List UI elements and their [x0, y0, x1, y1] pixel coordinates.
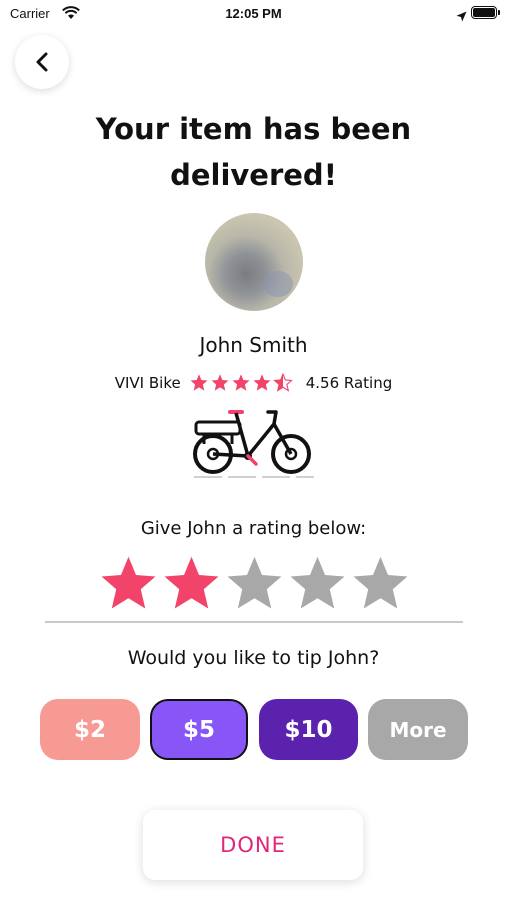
courier-rating-stars — [189, 373, 294, 392]
status-bar: Carrier 12:05 PM — [0, 0, 507, 28]
back-button[interactable] — [15, 35, 69, 89]
bicycle-icon — [190, 404, 318, 484]
rating-star-2[interactable] — [160, 553, 223, 613]
star-icon — [211, 374, 229, 391]
half-star-icon — [272, 373, 293, 392]
star-icon — [232, 374, 250, 391]
star-icon — [190, 374, 208, 391]
courier-name: John Smith — [199, 333, 308, 357]
page-title-text: Your item has been delivered! — [95, 112, 412, 192]
rating-star-4[interactable] — [286, 553, 349, 613]
star-icon — [253, 374, 271, 391]
tip-button-2[interactable]: $2 — [40, 699, 140, 760]
divider — [45, 621, 463, 623]
page-title: Your item has been delivered! — [0, 106, 507, 198]
rating-star-1[interactable] — [97, 553, 160, 613]
tip-button-10[interactable]: $10 — [259, 699, 358, 760]
chevron-left-icon — [36, 52, 48, 72]
tip-button-5[interactable]: $5 — [150, 699, 248, 760]
battery-icon — [471, 6, 500, 19]
rating-star-5[interactable] — [349, 553, 412, 613]
vehicle-label: VIVI Bike — [114, 373, 181, 392]
clock: 12:05 PM — [225, 6, 282, 21]
tip-prompt: Would you like to tip John? — [127, 647, 380, 669]
rating-value: 4.56 Rating — [305, 373, 393, 392]
courier-rating-row: VIVI Bike 4.56 Rating — [0, 373, 507, 392]
tip-button-more[interactable]: More — [368, 699, 468, 760]
location-arrow-icon — [456, 7, 467, 26]
done-button[interactable]: DONE — [143, 810, 363, 880]
rating-input — [97, 553, 412, 613]
avatar — [205, 213, 303, 311]
rating-prompt: Give John a rating below: — [140, 518, 367, 539]
rating-star-3[interactable] — [223, 553, 286, 613]
